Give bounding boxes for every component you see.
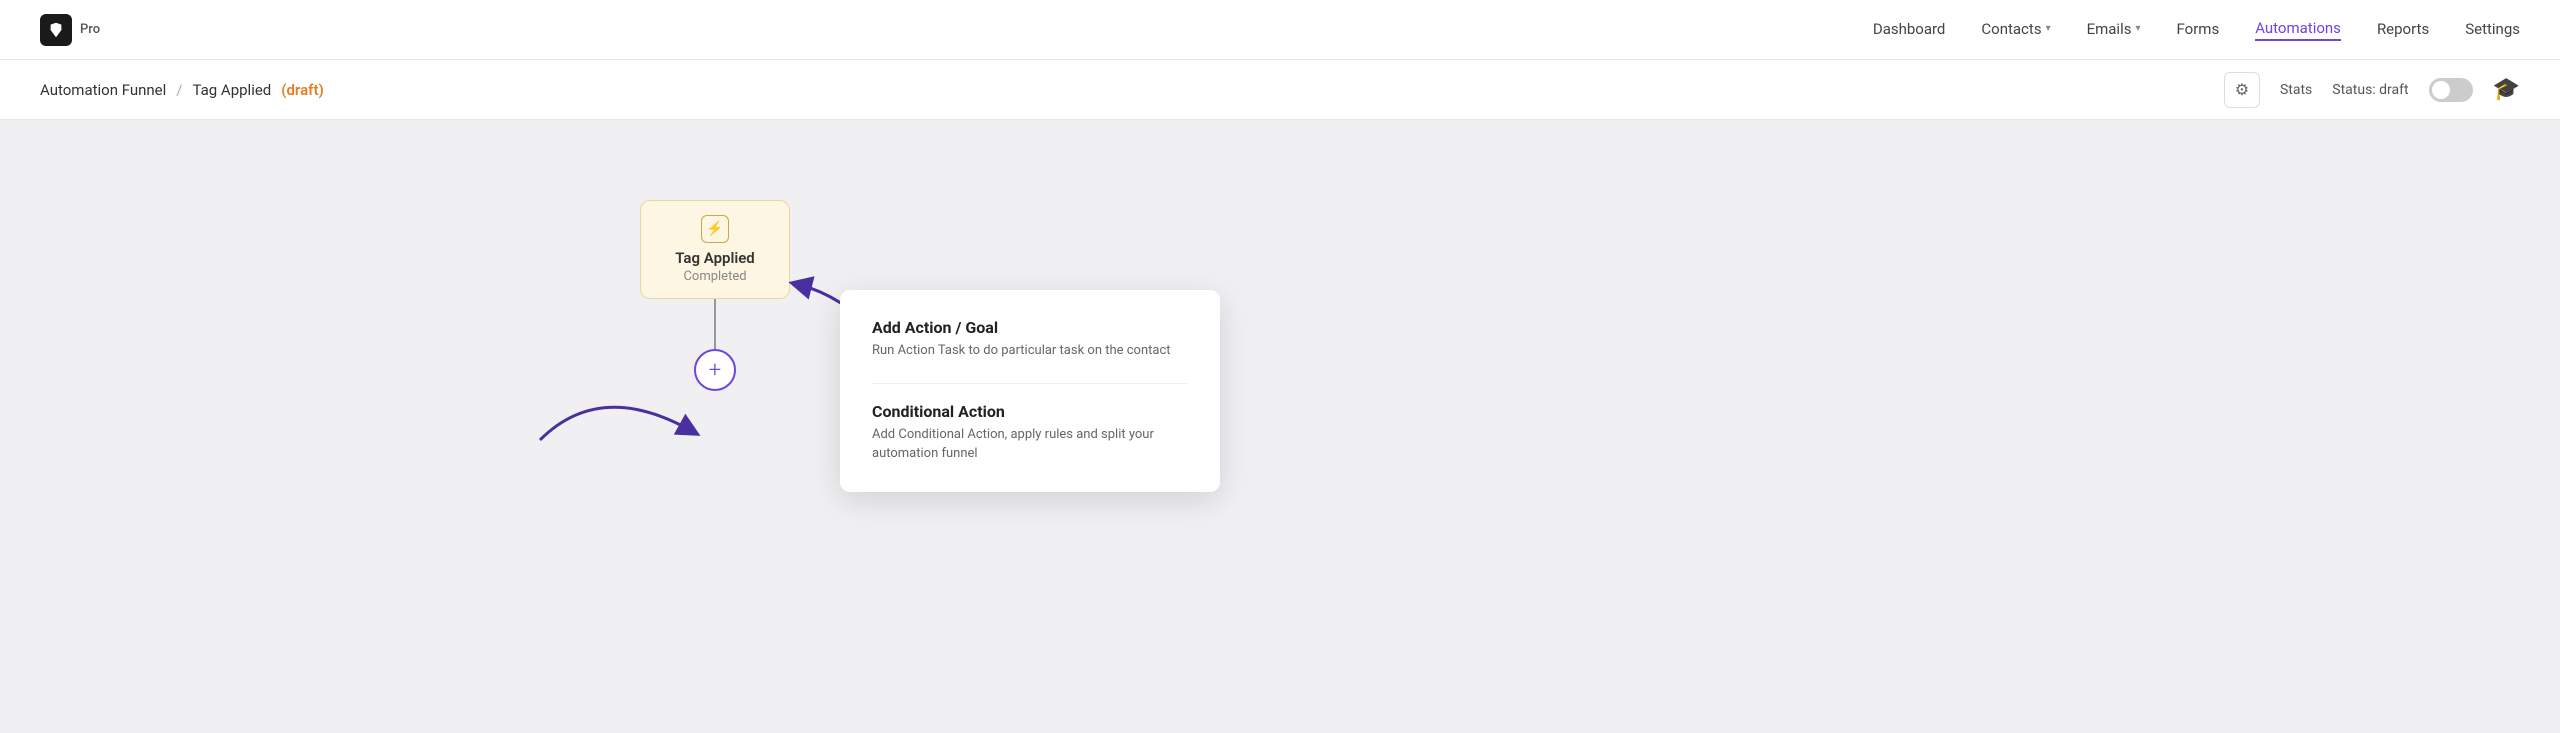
conditional-action-desc: Add Conditional Action, apply rules and … bbox=[872, 425, 1188, 464]
logo-icon[interactable] bbox=[40, 14, 72, 46]
nav-settings[interactable]: Settings bbox=[2465, 20, 2520, 40]
tag-applied-node[interactable]: ⚡ Tag Applied Completed + bbox=[640, 200, 790, 391]
subheader-right: ⚙ Stats Status: draft 🎓 bbox=[2224, 72, 2520, 108]
breadcrumb: Automation Funnel / Tag Applied (draft) bbox=[40, 81, 324, 99]
conditional-action-item[interactable]: Conditional Action Add Conditional Actio… bbox=[872, 402, 1188, 464]
logo-area: Pro bbox=[40, 14, 100, 46]
status-label: Status: draft bbox=[2332, 82, 2408, 98]
stats-label[interactable]: Stats bbox=[2280, 82, 2312, 98]
lightning-icon: ⚡ bbox=[701, 215, 729, 243]
automation-canvas: ⚡ Tag Applied Completed + Add Action / G… bbox=[0, 120, 2560, 733]
nav-emails[interactable]: Emails ▾ bbox=[2087, 20, 2141, 40]
nav-reports[interactable]: Reports bbox=[2377, 20, 2429, 40]
node-icon-row: ⚡ bbox=[671, 215, 759, 243]
main-nav: Dashboard Contacts ▾ Emails ▾ Forms Auto… bbox=[1873, 19, 2520, 41]
node-subtitle: Completed bbox=[671, 269, 759, 284]
popup-divider bbox=[872, 383, 1188, 384]
action-popup-menu: Add Action / Goal Run Action Task to do … bbox=[840, 290, 1220, 492]
node-title: Tag Applied bbox=[671, 249, 759, 267]
add-action-goal-item[interactable]: Add Action / Goal Run Action Task to do … bbox=[872, 318, 1188, 361]
top-nav: Pro Dashboard Contacts ▾ Emails ▾ Forms … bbox=[0, 0, 2560, 60]
chevron-down-icon: ▾ bbox=[2135, 23, 2140, 34]
conditional-action-title: Conditional Action bbox=[872, 402, 1188, 421]
breadcrumb-child: Tag Applied bbox=[193, 81, 272, 99]
add-action-goal-title: Add Action / Goal bbox=[872, 318, 1188, 337]
settings-gear-button[interactable]: ⚙ bbox=[2224, 72, 2260, 108]
connector-line bbox=[714, 299, 716, 349]
nav-automations[interactable]: Automations bbox=[2255, 19, 2341, 41]
nav-forms[interactable]: Forms bbox=[2177, 20, 2220, 40]
status-toggle[interactable] bbox=[2429, 78, 2473, 102]
add-action-goal-desc: Run Action Task to do particular task on… bbox=[872, 341, 1188, 361]
chevron-down-icon: ▾ bbox=[2046, 23, 2051, 34]
add-step-button[interactable]: + bbox=[694, 349, 736, 391]
logo-pro-label: Pro bbox=[80, 22, 100, 37]
nav-dashboard[interactable]: Dashboard bbox=[1873, 20, 1946, 40]
node-box[interactable]: ⚡ Tag Applied Completed bbox=[640, 200, 790, 299]
graduation-icon[interactable]: 🎓 bbox=[2493, 77, 2520, 102]
nav-contacts[interactable]: Contacts ▾ bbox=[1981, 20, 2050, 40]
breadcrumb-separator: / bbox=[176, 81, 182, 99]
draft-badge: (draft) bbox=[281, 81, 324, 99]
subheader: Automation Funnel / Tag Applied (draft) … bbox=[0, 60, 2560, 120]
breadcrumb-root[interactable]: Automation Funnel bbox=[40, 81, 166, 99]
